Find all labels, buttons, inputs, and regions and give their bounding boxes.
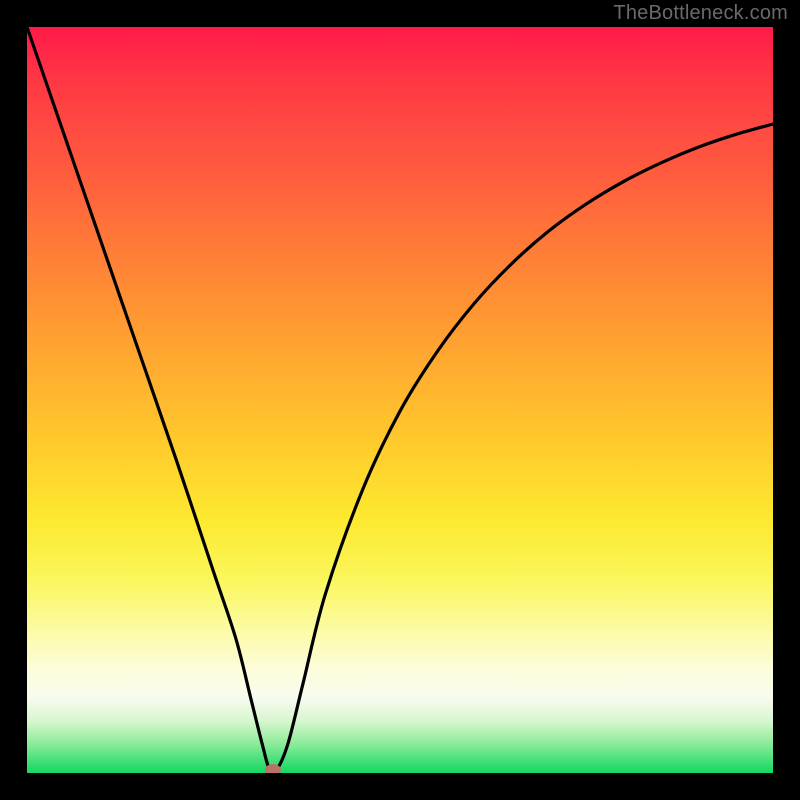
optimum-marker xyxy=(265,764,281,773)
curve-svg xyxy=(27,27,773,773)
plot-area xyxy=(27,27,773,773)
chart-frame: TheBottleneck.com xyxy=(0,0,800,800)
bottleneck-curve xyxy=(27,27,773,773)
watermark-text: TheBottleneck.com xyxy=(613,2,788,25)
